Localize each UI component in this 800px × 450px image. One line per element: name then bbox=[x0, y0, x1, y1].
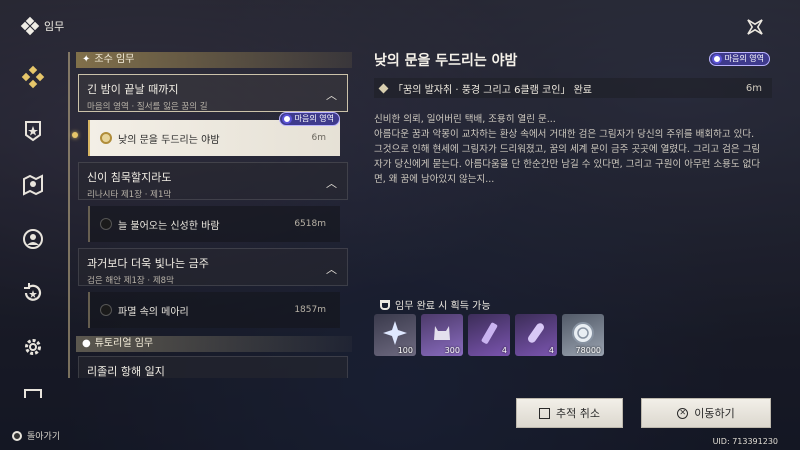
square-icon bbox=[539, 407, 550, 419]
chevron-up-icon[interactable]: ︿ bbox=[326, 87, 337, 103]
category-main-label: 조수 임무 bbox=[94, 54, 135, 65]
travel-label: 이동하기 bbox=[694, 407, 735, 420]
quest-marker-icon bbox=[100, 132, 112, 144]
uid-label: UID: 713391230 bbox=[712, 437, 778, 446]
quest-label: 낮의 문을 두드리는 야밤 bbox=[118, 134, 220, 146]
nav-achievements[interactable] bbox=[18, 116, 48, 146]
chevron-up-icon[interactable]: ︿ bbox=[326, 261, 337, 277]
cancel-tracking-label: 추적 취소 bbox=[556, 407, 600, 420]
side-nav bbox=[18, 62, 48, 422]
swirl-icon bbox=[281, 114, 292, 124]
nav-more[interactable] bbox=[18, 386, 48, 398]
reward-qty: 78000 bbox=[575, 346, 601, 355]
group-subtitle: 마음의 영역 · 질서를 잃은 꿈의 길 bbox=[87, 102, 208, 112]
quest-distance: 1857m bbox=[294, 305, 326, 315]
badge-label: 마음의 영역 bbox=[294, 114, 334, 123]
group-title: 과거보다 더욱 빛나는 금주 bbox=[87, 257, 209, 270]
swirl-icon bbox=[711, 54, 722, 64]
quest-item[interactable]: 파멸 속의 메아리 1857m bbox=[88, 292, 340, 328]
page-title: 임무 bbox=[44, 20, 65, 33]
realm-badge: 마음의 영역 bbox=[278, 112, 340, 126]
reward-qty: 300 bbox=[444, 346, 460, 355]
rewards-label: 임무 완료 시 획득 가능 bbox=[395, 301, 491, 312]
pin-icon: ● bbox=[82, 338, 91, 349]
category-tutorial: ● 튜토리얼 임무 bbox=[76, 336, 352, 352]
quest-description: 신비한 의뢰, 일어버린 택배, 조용히 열린 문... 아름다운 꿈과 악몽이… bbox=[374, 114, 761, 185]
x-circle-icon: ✕ bbox=[677, 407, 689, 419]
reward-list: 100 300 4 4 78000 bbox=[374, 314, 604, 356]
back-button[interactable]: 돌아가기 bbox=[12, 429, 60, 442]
nav-reset[interactable] bbox=[18, 278, 48, 308]
objective-diamond-icon bbox=[378, 83, 389, 93]
purple-tube-icon[interactable]: 4 bbox=[468, 314, 510, 356]
reward-qty: 4 bbox=[501, 346, 507, 355]
quest-group-3[interactable]: 과거보다 더욱 빛나는 금주 검은 해안 제1장 · 제8막 ︿ bbox=[78, 248, 348, 286]
group-title: 리졸리 항해 일지 bbox=[87, 365, 165, 378]
badge-label: 마음의 영역 bbox=[724, 54, 764, 63]
close-button[interactable] bbox=[744, 16, 766, 38]
group-title: 신이 침묵할지라도 bbox=[87, 171, 172, 184]
gear-icon bbox=[25, 339, 41, 355]
category-main: ✦ 조수 임무 bbox=[76, 52, 352, 68]
shell-coin-icon[interactable]: 78000 bbox=[562, 314, 604, 356]
quest-diamond-icon bbox=[21, 65, 45, 89]
chevron-up-icon[interactable]: ︿ bbox=[326, 175, 337, 191]
quest-list[interactable]: ✦ 조수 임무 긴 밤이 끝날 때까지 마음의 영역 · 질서를 잃은 꿈의 길 … bbox=[68, 52, 352, 378]
person-circle-icon bbox=[23, 229, 43, 249]
quest-distance: 6m bbox=[311, 133, 327, 143]
travel-button[interactable]: ✕ 이동하기 bbox=[641, 398, 771, 428]
quest-group-2[interactable]: 신이 침묵할지라도 리나시타 제1장 · 제1막 ︿ bbox=[78, 162, 348, 200]
quest-item[interactable]: 늘 불어오는 신성한 바람 6518m bbox=[88, 206, 340, 242]
quest-marker-icon bbox=[100, 304, 112, 316]
purple-capsule-icon[interactable]: 4 bbox=[515, 314, 557, 356]
quest-icon bbox=[20, 16, 40, 36]
nav-character[interactable] bbox=[18, 224, 48, 254]
back-icon bbox=[12, 430, 22, 441]
detail-realm-badge: 마음의 영역 bbox=[708, 52, 770, 66]
star-crystal-icon[interactable]: 100 bbox=[374, 314, 416, 356]
quest-label: 늘 불어오는 신성한 바람 bbox=[118, 220, 220, 232]
quest-detail: 낮의 문을 두드리는 야밤 마음의 영역 「꿈의 발자취 · 풍경 그리고 6클… bbox=[374, 50, 772, 187]
reward-qty: 100 bbox=[397, 346, 413, 355]
objective-row[interactable]: 「꿈의 발자취 · 풍경 그리고 6클램 코인」 완료 6m bbox=[374, 78, 772, 98]
close-icon bbox=[747, 19, 763, 35]
rewards-header: 임무 완료 시 획득 가능 bbox=[380, 297, 491, 312]
nav-quests[interactable] bbox=[18, 62, 48, 92]
selected-indicator bbox=[72, 132, 78, 138]
quest-item-selected[interactable]: 낮의 문을 두드리는 야밤 6m 마음의 영역 bbox=[88, 112, 340, 156]
quest-label: 파멸 속의 메아리 bbox=[118, 306, 189, 318]
quest-group-partial[interactable]: 리졸리 항해 일지 bbox=[78, 356, 348, 378]
group-subtitle: 검은 해안 제1장 · 제8막 bbox=[87, 276, 174, 286]
shield-star-icon bbox=[25, 121, 41, 142]
cat-figure-icon[interactable]: 300 bbox=[421, 314, 463, 356]
quest-distance: 6518m bbox=[294, 219, 326, 229]
page-header: 임무 bbox=[20, 16, 65, 36]
nav-map[interactable] bbox=[18, 170, 48, 200]
map-pin-icon bbox=[23, 174, 43, 196]
group-subtitle: 리나시타 제1장 · 제1막 bbox=[87, 190, 172, 200]
screen-icon bbox=[24, 389, 42, 398]
quest-group-1[interactable]: 긴 밤이 끝날 때까지 마음의 영역 · 질서를 잃은 꿈의 길 ︿ bbox=[78, 74, 348, 112]
refresh-star-icon bbox=[24, 283, 42, 301]
objective-distance: 6m bbox=[745, 82, 762, 94]
back-label: 돌아가기 bbox=[27, 432, 61, 442]
quest-marker-icon bbox=[100, 218, 112, 230]
reward-qty: 4 bbox=[548, 346, 554, 355]
category-tutorial-label: 튜토리얼 임무 bbox=[94, 338, 154, 349]
nav-settings[interactable] bbox=[18, 332, 48, 362]
sparkle-icon: ✦ bbox=[82, 54, 91, 65]
cancel-tracking-button[interactable]: 추적 취소 bbox=[516, 398, 623, 428]
trophy-icon bbox=[380, 299, 390, 310]
objective-text: 「꿈의 발자취 · 풍경 그리고 6클램 코인」 완료 bbox=[393, 84, 592, 96]
group-title: 긴 밤이 끝날 때까지 bbox=[87, 83, 179, 96]
